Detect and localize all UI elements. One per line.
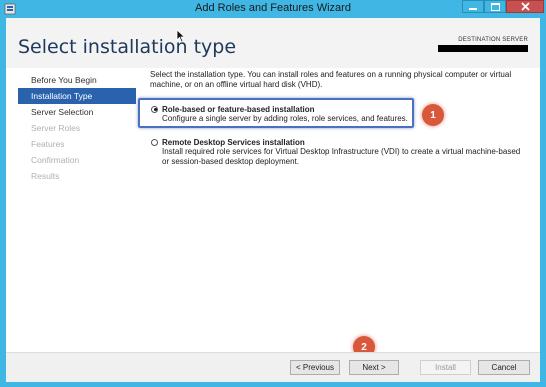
intro-text: Select the installation type. You can in…: [150, 70, 512, 89]
close-icon: [520, 2, 530, 11]
wizard-steps-nav: Before You Begin Installation Type Serve…: [18, 72, 136, 184]
close-button[interactable]: [506, 0, 544, 13]
annotation-badge-1: 1: [422, 104, 444, 126]
previous-button[interactable]: < Previous: [290, 360, 340, 375]
page-title: Select installation type: [18, 36, 237, 58]
nav-item-server-roles: Server Roles: [31, 123, 81, 133]
remote-desktop-option[interactable]: Remote Desktop Services installation Ins…: [151, 137, 521, 167]
title-bar[interactable]: Add Roles and Features Wizard: [0, 0, 546, 18]
cancel-button[interactable]: Cancel: [478, 360, 530, 375]
remote-desktop-option-description: Install required role services for Virtu…: [162, 147, 521, 166]
nav-item-server-selection[interactable]: Server Selection: [18, 104, 136, 120]
mouse-cursor-icon: [176, 29, 186, 43]
nav-item-features: Features: [31, 139, 65, 149]
role-based-radio[interactable]: [151, 105, 158, 113]
wizard-window: Add Roles and Features Wizard Select ins…: [0, 0, 546, 387]
next-button[interactable]: Next >: [349, 360, 399, 375]
wizard-header: Select installation type DESTINATION SER…: [6, 18, 540, 68]
remote-desktop-radio[interactable]: [151, 138, 158, 146]
wizard-footer: < Previous Next > Install Cancel: [6, 352, 540, 382]
maximize-button[interactable]: [484, 0, 506, 13]
remote-desktop-option-title: Remote Desktop Services installation: [162, 137, 305, 147]
nav-item-confirmation: Confirmation: [31, 155, 80, 165]
install-button: Install: [420, 360, 471, 375]
role-based-option-title: Role-based or feature-based installation: [162, 104, 315, 114]
nav-item-results: Results: [31, 171, 60, 181]
wizard-client-area: Select installation type DESTINATION SER…: [6, 18, 540, 382]
nav-item-installation-type[interactable]: Installation Type: [18, 88, 136, 104]
destination-server-redacted: [438, 45, 528, 52]
minimize-button[interactable]: [462, 0, 484, 13]
role-based-option[interactable]: Role-based or feature-based installation…: [151, 104, 408, 124]
content-area: Select the installation type. You can in…: [150, 70, 530, 90]
nav-item-before-you-begin[interactable]: Before You Begin: [18, 72, 136, 88]
destination-server-label: DESTINATION SERVER: [458, 37, 528, 43]
maximize-icon: [490, 2, 500, 11]
minimize-icon: [469, 8, 477, 10]
role-based-option-description: Configure a single server by adding role…: [162, 114, 408, 123]
